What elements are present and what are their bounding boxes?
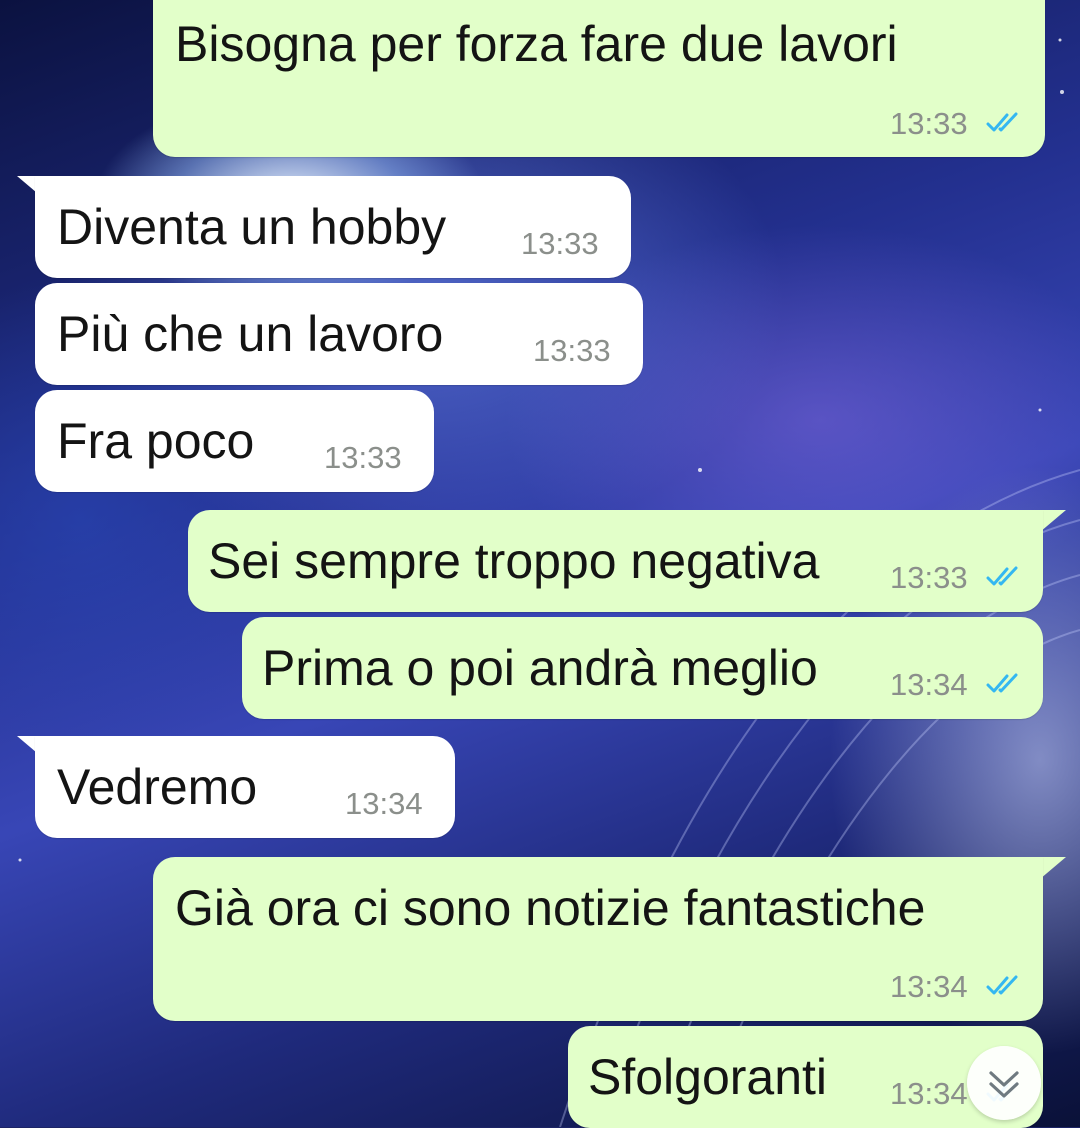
message-text: Prima o poi andrà meglio (262, 640, 818, 696)
message-bubble-incoming[interactable]: Diventa un hobby 13:33 (35, 176, 631, 278)
message-bubble-incoming[interactable]: Vedremo 13:34 (35, 736, 455, 838)
message-time: 13:34 (890, 667, 968, 702)
message-text: Sfolgoranti (588, 1049, 828, 1105)
message-text: Vedremo (57, 759, 258, 815)
double-check-read-icon (986, 673, 1018, 693)
scroll-to-bottom-button[interactable] (967, 1046, 1041, 1120)
message-time: 13:33 (324, 440, 402, 475)
message-text: Sei sempre troppo negativa (208, 533, 820, 589)
double-check-read-icon (986, 566, 1018, 586)
message-time: 13:34 (890, 1076, 968, 1111)
message-text: Già ora ci sono notizie fantastiche (175, 880, 926, 936)
bubble-tail-outgoing (1040, 510, 1066, 532)
bubble-tail-outgoing (1040, 857, 1066, 879)
message-bubble-outgoing[interactable]: Già ora ci sono notizie fantastiche 13:3… (153, 857, 1043, 1021)
message-time: 13:34 (890, 969, 968, 1004)
message-bubble-incoming[interactable]: Fra poco 13:33 (35, 390, 434, 492)
message-bubble-outgoing[interactable]: Prima o poi andrà meglio 13:34 (242, 617, 1043, 719)
double-check-read-icon (986, 112, 1018, 132)
message-text: Bisogna per forza fare due lavori (175, 16, 898, 72)
message-bubble-incoming[interactable]: Più che un lavoro 13:33 (35, 283, 643, 385)
double-check-read-icon (986, 975, 1018, 995)
message-text: Fra poco (57, 413, 255, 469)
message-bubble-outgoing[interactable]: Bisogna per forza fare due lavori 13:33 (153, 0, 1045, 157)
message-text: Più che un lavoro (57, 306, 444, 362)
double-chevron-down-icon (989, 1071, 1019, 1098)
message-text: Diventa un hobby (57, 199, 447, 255)
message-time: 13:33 (890, 560, 968, 595)
message-time: 13:33 (890, 106, 968, 141)
message-time: 13:34 (345, 786, 423, 821)
message-bubble-outgoing[interactable]: Sei sempre troppo negativa 13:33 (188, 510, 1043, 612)
message-time: 13:33 (521, 226, 599, 261)
message-time: 13:33 (533, 333, 611, 368)
